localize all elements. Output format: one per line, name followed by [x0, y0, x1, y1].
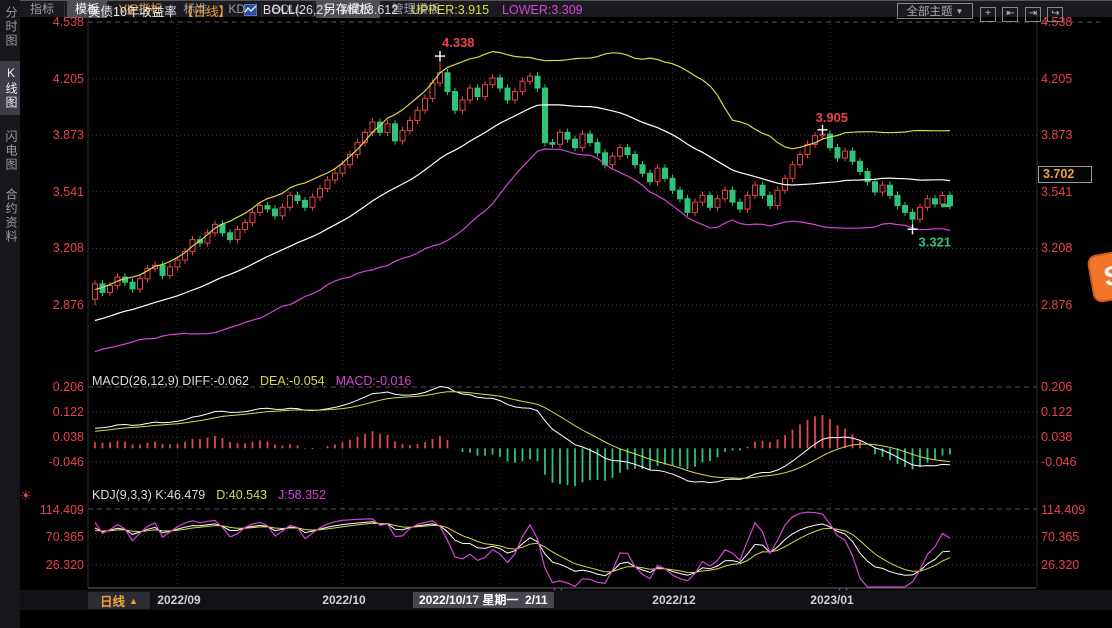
chart-canvas: 4.338 3.905 3.321	[87, 14, 1104, 596]
svg-text:4.338: 4.338	[442, 35, 475, 50]
theme-select-button[interactable]: 全部主题 ▼	[897, 3, 973, 19]
macd-dea-value: DEA:-0.054	[260, 374, 325, 388]
kdj-axis-label: 70.365	[1041, 530, 1080, 544]
y-axis-label: 4.205	[1041, 72, 1073, 86]
macd-axis-label: 0.038	[1041, 430, 1073, 444]
kdj-axis-label: 26.320	[45, 558, 84, 572]
macd-header: MACD(26,12,9) DIFF:-0.062 DEA:-0.054 MAC…	[92, 374, 411, 388]
y-axis-label: 3.541	[52, 185, 84, 199]
kdj-d-value: D:40.543	[216, 488, 267, 502]
crosshair-date-box: 2022/10/17 星期一	[413, 592, 525, 608]
macd-axis-label: 0.122	[52, 405, 84, 419]
sidebar-item-timeshare[interactable]: 分时图	[0, 6, 20, 48]
kdj-axis-label: 70.365	[45, 530, 84, 544]
sidebar-item-contract-info[interactable]: 合约资料	[0, 188, 20, 244]
instrument-title: 美债10年收益率	[88, 4, 177, 19]
kdj-header: KDJ(9,3,3) K:46.479 D:40.543 J:58.352	[92, 488, 326, 502]
kdj-axis-label: 114.409	[39, 503, 84, 517]
month-label: 2022/12	[652, 593, 696, 607]
macd-axis-label: 0.206	[1041, 380, 1073, 394]
kdj-params-k: KDJ(9,3,3) K:46.479	[92, 488, 206, 502]
y-axis-label: 3.208	[52, 241, 84, 255]
current-price-box: 3.702	[1038, 166, 1092, 183]
kline-app-window: 4.338 3.905 3.321 分时图 K线图 闪电图 合约资料 美债10年收益…	[0, 0, 1112, 628]
kdj-j-value: J:58.352	[278, 488, 326, 502]
move-icon[interactable]: +	[980, 7, 996, 22]
sidebar-item-lightning[interactable]: 闪电图	[0, 130, 20, 172]
month-label: 2022/09	[157, 593, 201, 607]
indicator-settings-icon[interactable]: ☀	[20, 488, 32, 504]
y-axis-label: 4.538	[52, 15, 84, 29]
triangle-up-icon: ▲	[129, 595, 138, 606]
boll-upper-value: UPPER:3.915	[411, 3, 490, 17]
macd-axis-label: 0.038	[52, 430, 84, 444]
macd-axis-label: -0.046	[48, 455, 84, 469]
boll-lower-value: LOWER:3.309	[502, 3, 583, 17]
month-label: 2022/10	[322, 593, 366, 607]
svg-text:3.321: 3.321	[919, 234, 952, 249]
macd-axis-label: -0.046	[1041, 455, 1077, 469]
shift-left-icon[interactable]: ⇤	[1002, 7, 1019, 22]
macd-axis-label: 0.122	[1041, 405, 1073, 419]
y-axis-label: 2.876	[52, 298, 84, 312]
watermark-letter: S	[1101, 259, 1112, 292]
svg-text:3.905: 3.905	[816, 110, 849, 125]
theme-select-label: 全部主题	[906, 6, 953, 18]
shift-right-icon[interactable]: ⇥	[1024, 7, 1041, 22]
y-axis-label: 4.538	[1041, 15, 1073, 29]
period-dropdown[interactable]: 日线 ▲	[88, 592, 150, 609]
boll-icon	[243, 4, 257, 16]
boll-mid-value: MID:3.612	[340, 3, 399, 17]
month-label: 2023/01	[810, 593, 854, 607]
y-axis-label: 4.205	[52, 72, 84, 86]
macd-params-diff: MACD(26,12,9) DIFF:-0.062	[92, 374, 249, 388]
sidebar-item-kline[interactable]: K线图	[0, 61, 20, 115]
y-axis-label: 3.541	[1041, 185, 1073, 199]
macd-value: MACD:-0.016	[335, 374, 412, 388]
crosshair-extra-box: 2/11	[519, 592, 554, 608]
y-axis-label: 3.873	[1041, 128, 1073, 142]
left-sidebar: 分时图 K线图 闪电图 合约资料	[0, 0, 20, 628]
macd-pane	[88, 385, 1037, 487]
y-axis-label: 3.873	[52, 128, 84, 142]
period-label: 日线	[100, 595, 126, 609]
kdj-axis-label: 26.320	[1041, 558, 1080, 572]
boll-params-label: BOLL(26,2)	[262, 3, 328, 17]
kdj-pane	[88, 508, 1037, 588]
period-tag: 【日线】	[180, 4, 231, 19]
y-axis-label: 3.208	[1041, 241, 1073, 255]
macd-axis-label: 0.206	[52, 380, 84, 394]
chevron-down-icon: ▼	[955, 6, 964, 16]
chart-header: 美债10年收益率 【日线】 BOLL(26,2) MID:3.612 UPPER…	[88, 2, 583, 19]
kdj-axis-label: 114.409	[1041, 503, 1086, 517]
